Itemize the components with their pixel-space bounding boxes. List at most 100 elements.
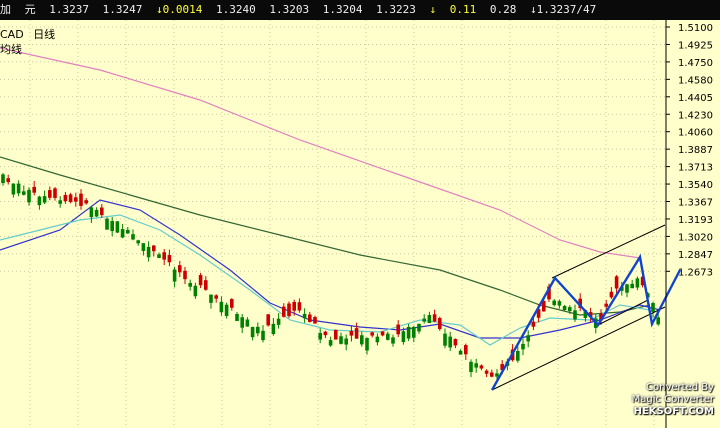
candle-body — [79, 193, 83, 206]
quote-cell: 元 — [24, 3, 36, 16]
candle-body — [230, 299, 234, 308]
candle-body — [198, 275, 203, 286]
candle-body — [495, 373, 499, 377]
candle-body — [557, 301, 562, 306]
axis-tick-label: 1.4925 — [678, 40, 713, 51]
axis-tick-label: 1.3887 — [678, 145, 713, 156]
candle-body — [16, 183, 21, 194]
candle-body — [89, 207, 94, 218]
candle-body — [458, 350, 463, 355]
candle-body — [157, 254, 161, 259]
indicator-label: 均线 — [0, 43, 22, 56]
price-chart[interactable]: 1.5100 1.4925 1.4750 1.4580 1.4405 1.4230 1.40… — [0, 20, 720, 428]
candle-body — [214, 295, 218, 299]
candle-body — [261, 330, 265, 341]
quote-cell: ↓1.3237/47 — [529, 3, 597, 16]
candle-body — [235, 313, 239, 321]
axis-tick-label: 1.2673 — [678, 267, 713, 278]
candle-body — [630, 283, 634, 289]
candle-body — [521, 343, 525, 350]
candle-body — [131, 234, 135, 240]
candle-body — [360, 335, 364, 345]
axis-tick-label: 1.4230 — [678, 110, 713, 121]
candle-body — [308, 314, 312, 322]
axis-tick-label: 1.2847 — [678, 250, 713, 261]
candle-body — [573, 310, 577, 320]
candle-body — [656, 317, 660, 325]
candle-body — [240, 317, 244, 328]
candle-body — [141, 243, 146, 251]
candle-body — [365, 338, 369, 351]
candle-body — [188, 282, 192, 287]
candle-body — [375, 336, 380, 343]
candle-body — [1, 174, 5, 184]
candle-body — [6, 178, 10, 182]
candle-body — [84, 200, 88, 204]
axis-tick-label: 1.3367 — [678, 198, 713, 209]
candle-body — [63, 194, 68, 202]
candle-body — [562, 305, 567, 311]
candle-body — [219, 301, 224, 313]
quote-cell: 1.3204 — [322, 3, 363, 16]
quote-cell: 0.28 — [489, 3, 517, 16]
candle-body — [74, 197, 78, 202]
candle-body — [271, 323, 276, 335]
candle-body — [42, 196, 47, 203]
candle-body — [568, 307, 572, 312]
candle-body — [396, 324, 400, 335]
candle-body — [172, 269, 177, 282]
candle-body — [479, 365, 484, 369]
candle-body — [339, 336, 343, 344]
candle-body — [48, 190, 52, 198]
chart-grid — [0, 20, 666, 428]
ma-line-mid — [0, 199, 661, 339]
axis-tick-label: 1.3020 — [678, 232, 713, 243]
axis-tick-label: 1.4060 — [678, 128, 713, 139]
candle-body — [370, 332, 374, 336]
candle-body — [349, 330, 354, 336]
candle-body — [162, 252, 166, 260]
candle-body — [282, 306, 286, 317]
quote-cell: 1.3237 — [49, 3, 89, 16]
candle-body — [178, 265, 182, 273]
period-label: 日线 — [33, 28, 56, 41]
candle-body — [354, 328, 359, 339]
candle-body — [126, 229, 130, 234]
symbol-name: CAD — [0, 28, 24, 41]
candle-body — [344, 338, 348, 345]
watermark-line-2: Magic Converter — [631, 394, 714, 405]
axis-tick-label: 1.3540 — [678, 180, 713, 191]
quote-bar: 加 元 1.3237 1.3247 ↓0.0014 1.3240 1.3203 … — [0, 0, 720, 20]
candle-body — [448, 336, 452, 348]
candle-body — [313, 317, 317, 324]
candle-body — [609, 291, 614, 298]
quote-cell: 1.3203 — [269, 3, 310, 16]
quote-cell: 1.3240 — [215, 3, 256, 16]
candle-body — [100, 207, 104, 216]
quote-cell: ↓ — [429, 3, 437, 16]
candle-body — [11, 183, 16, 195]
candle-body — [464, 345, 468, 355]
axis-tick-label: 1.5100 — [678, 23, 713, 34]
candle-body — [146, 246, 151, 258]
candle-body — [224, 304, 229, 316]
candle-body — [37, 196, 42, 206]
candle-body — [287, 303, 291, 317]
candle-body — [469, 361, 473, 373]
price-axis: 1.5100 1.4925 1.4750 1.4580 1.4405 1.4230 1.40… — [666, 23, 713, 278]
candle-body — [516, 350, 520, 361]
quote-cell: 加 — [0, 3, 11, 16]
candle-body — [115, 221, 120, 233]
candle-body — [323, 331, 328, 336]
candle-body — [193, 285, 198, 297]
candle-body — [484, 370, 489, 374]
candle-body — [614, 276, 619, 289]
axis-tick-label: 1.3193 — [678, 215, 713, 226]
moving-average-lines — [0, 47, 661, 346]
candle-body — [380, 331, 385, 336]
candle-body — [250, 326, 255, 338]
candle-body — [427, 315, 432, 324]
candle-body — [334, 329, 338, 340]
candle-body — [204, 280, 208, 290]
candle-body — [422, 318, 426, 322]
